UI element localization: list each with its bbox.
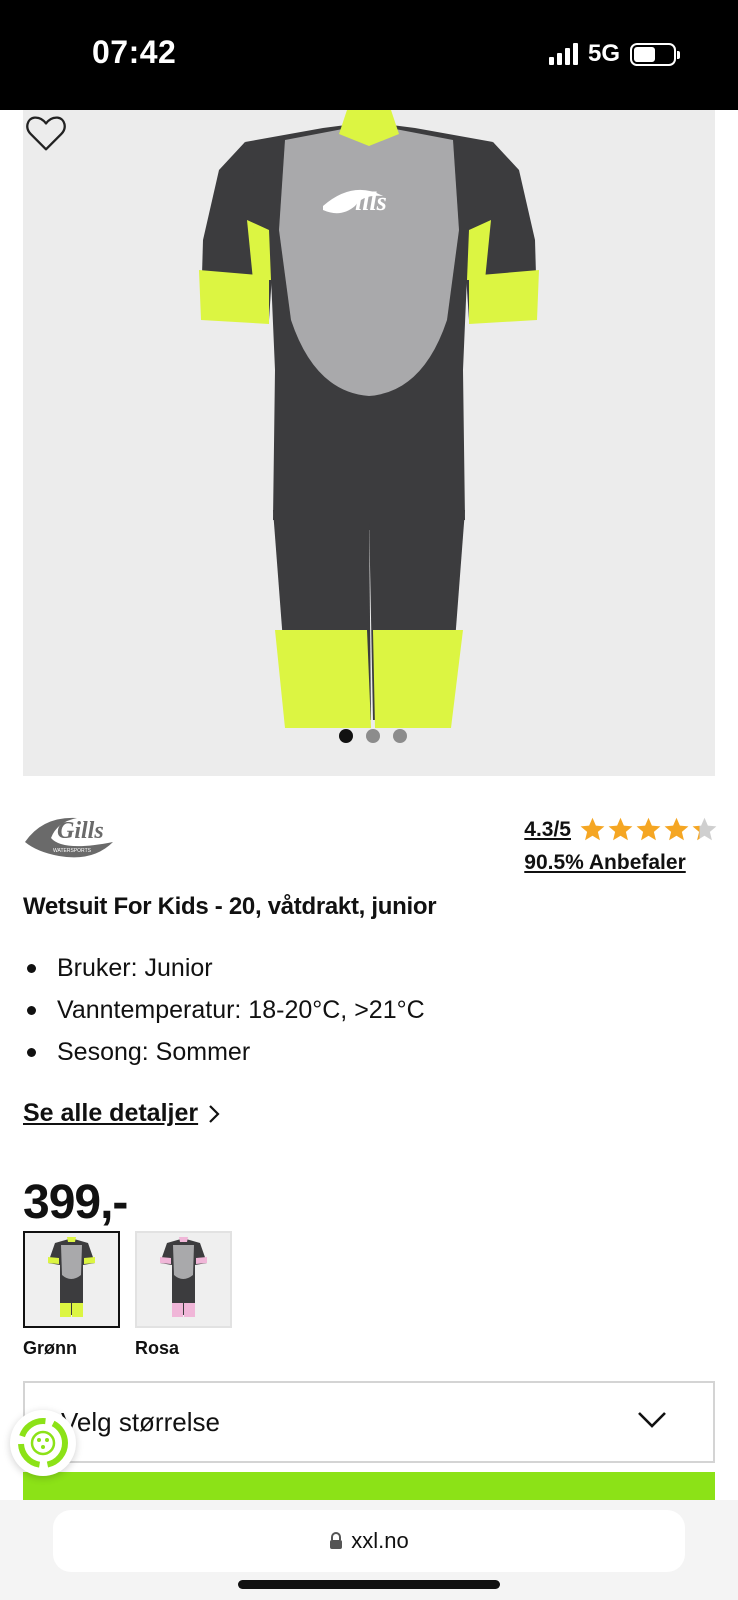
list-item: Sesong: Sommer xyxy=(23,1031,425,1073)
variant-thumbnail xyxy=(48,1237,95,1317)
star-icon xyxy=(636,817,661,841)
chat-icon xyxy=(18,1418,68,1468)
star-icon xyxy=(580,817,605,841)
details-link-label: Se alle detaljer xyxy=(23,1099,199,1127)
network-label: 5G xyxy=(587,40,620,67)
browser-toolbar: xxl.no xyxy=(0,1500,738,1600)
carousel-dot[interactable] xyxy=(365,729,380,743)
battery-icon xyxy=(630,42,680,66)
svg-text:ills: ills xyxy=(355,187,387,216)
home-indicator[interactable] xyxy=(238,1580,500,1589)
size-select-placeholder: Velg størrelse xyxy=(61,1406,220,1437)
product-title: Wetsuit For Kids - 20, våtdrakt, junior xyxy=(23,893,437,920)
brand-logo-subtext: WATERSPORTS xyxy=(53,848,92,854)
carousel-dots xyxy=(30,729,715,743)
lock-icon xyxy=(330,1532,343,1549)
variant-swatch-green[interactable] xyxy=(23,1231,120,1328)
star-icon xyxy=(692,817,717,841)
variant-thumbnail xyxy=(160,1237,207,1317)
brand-logo[interactable]: Gills WATERSPORTS xyxy=(23,812,119,862)
chat-widget-button[interactable] xyxy=(10,1410,76,1476)
signal-icon xyxy=(548,43,578,65)
size-select[interactable]: Velg størrelse xyxy=(23,1381,715,1463)
product-image-carousel[interactable]: ills xyxy=(23,110,715,776)
rating-value[interactable]: 4.3/5 xyxy=(524,818,571,842)
url-text: xxl.no xyxy=(351,1528,409,1553)
rating-block: 4.3/5 90.5% Anbefaler xyxy=(524,816,718,875)
feature-text: Bruker: Junior xyxy=(57,953,213,982)
status-bar: 07:42 5G xyxy=(0,0,738,110)
feature-text: Vanntemperatur: 18-20°C, >21°C xyxy=(57,995,425,1024)
carousel-dot[interactable] xyxy=(392,729,407,743)
variant-label: Grønn xyxy=(23,1338,77,1358)
recommend-percentage[interactable]: 90.5% Anbefaler xyxy=(524,851,718,875)
address-bar[interactable]: xxl.no xyxy=(53,1510,685,1572)
status-time: 07:42 xyxy=(92,34,177,70)
list-item: Vanntemperatur: 18-20°C, >21°C xyxy=(23,989,425,1031)
rating-stars xyxy=(579,816,718,843)
wetsuit-image: ills xyxy=(199,110,539,728)
star-icon xyxy=(664,817,689,841)
chevron-right-icon xyxy=(209,1104,220,1123)
carousel-dot[interactable] xyxy=(338,729,353,743)
variant-label: Rosa xyxy=(135,1338,180,1358)
status-icons: 5G xyxy=(548,40,680,68)
brand-logo-text: Gills xyxy=(57,818,104,844)
star-icon xyxy=(608,817,633,841)
see-all-details-link[interactable]: Se alle detaljer xyxy=(23,1099,220,1128)
list-item: Bruker: Junior xyxy=(23,947,425,989)
feature-list: Bruker: Junior Vanntemperatur: 18-20°C, … xyxy=(23,947,425,1073)
price: 399,- xyxy=(23,1176,128,1229)
heart-icon[interactable] xyxy=(23,110,69,156)
chevron-down-icon xyxy=(638,1412,666,1428)
variant-swatch-pink[interactable] xyxy=(135,1231,232,1328)
feature-text: Sesong: Sommer xyxy=(57,1037,251,1066)
